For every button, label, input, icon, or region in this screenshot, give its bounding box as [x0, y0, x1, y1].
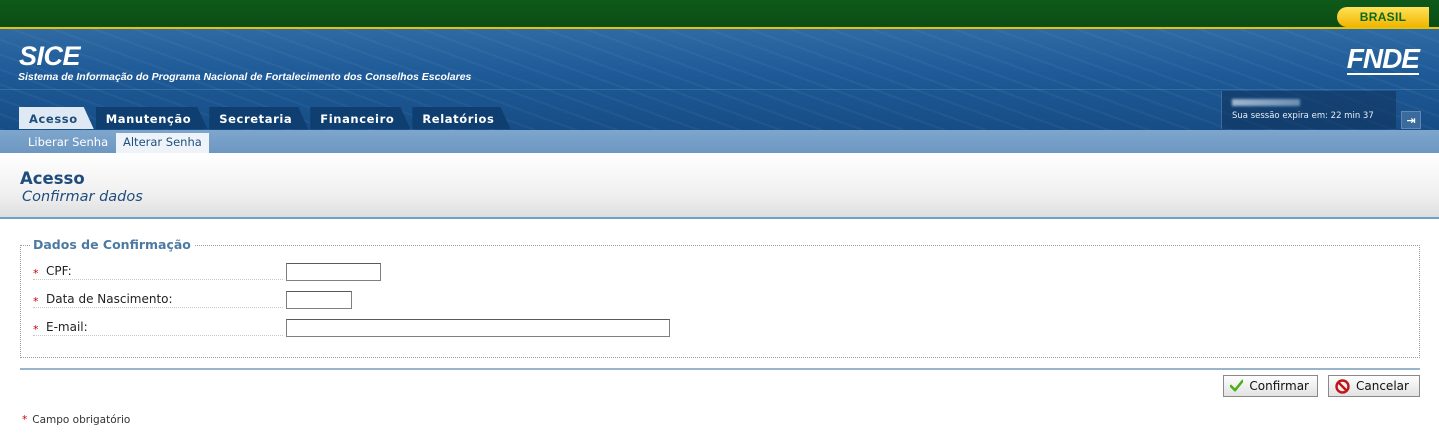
- header-line: [0, 89, 1439, 90]
- field-row-email: * E-mail:: [33, 320, 283, 336]
- checkmark-icon: [1230, 379, 1244, 392]
- sub-navigation: Liberar Senha Alterar Senha: [0, 130, 1439, 153]
- page-heading: Acesso Confirmar dados: [0, 153, 1439, 219]
- brasil-badge[interactable]: BRASIL: [1337, 7, 1429, 27]
- session-info: Sua sessão expira em: 22 min 37: [1221, 91, 1396, 129]
- app-header: SICE Sistema de Informação do Programa N…: [0, 29, 1439, 130]
- required-marker: *: [33, 267, 39, 280]
- required-footnote: * Campo obrigatório: [22, 414, 130, 426]
- government-bar: BRASIL: [0, 0, 1439, 29]
- page-subtitle: Confirmar dados: [22, 189, 143, 205]
- cancel-icon: [1335, 378, 1350, 394]
- required-marker: *: [33, 323, 39, 336]
- fieldset-legend: Dados de Confirmação: [30, 237, 194, 252]
- field-row-birthdate: * Data de Nascimento:: [33, 292, 283, 308]
- app-title: SICE: [19, 41, 81, 71]
- tab-secretaria[interactable]: Secretaria: [209, 107, 308, 129]
- cancel-button[interactable]: Cancelar: [1328, 375, 1420, 397]
- main-tabs: Acesso Manutenção Secretaria Financeiro …: [19, 107, 510, 129]
- field-row-cpf: * CPF:: [33, 264, 283, 280]
- fnde-logo: FNDE: [1346, 43, 1420, 75]
- required-marker: *: [33, 295, 39, 308]
- confirm-button[interactable]: Confirmar: [1223, 375, 1318, 397]
- session-timer: Sua sessão expira em: 22 min 37: [1232, 111, 1374, 121]
- subnav-liberar-senha[interactable]: Liberar Senha: [21, 133, 115, 153]
- tab-manutencao[interactable]: Manutenção: [96, 107, 208, 129]
- birthdate-input[interactable]: [286, 291, 352, 309]
- tab-financeiro[interactable]: Financeiro: [310, 107, 410, 129]
- tab-acesso[interactable]: Acesso: [19, 107, 94, 129]
- birthdate-label: Data de Nascimento:: [46, 292, 173, 306]
- section-divider: [20, 368, 1420, 370]
- logout-icon[interactable]: ⇥: [1401, 111, 1421, 129]
- session-user-obscured: [1232, 99, 1300, 106]
- cpf-label: CPF:: [46, 264, 72, 278]
- required-marker: *: [22, 414, 28, 426]
- cpf-input[interactable]: [286, 263, 381, 281]
- page-title: Acesso: [20, 169, 85, 188]
- email-input[interactable]: [286, 319, 670, 337]
- tab-relatorios[interactable]: Relatórios: [412, 107, 510, 129]
- cancel-button-label: Cancelar: [1356, 379, 1409, 393]
- confirmation-fieldset: Dados de Confirmação * CPF: * Data de Na…: [20, 237, 1420, 358]
- confirm-button-label: Confirmar: [1249, 379, 1309, 393]
- footnote-text: Campo obrigatório: [32, 414, 131, 426]
- email-label: E-mail:: [46, 320, 88, 334]
- app-subtitle: Sistema de Informação do Programa Nacion…: [18, 71, 472, 83]
- subnav-alterar-senha[interactable]: Alterar Senha: [116, 133, 209, 153]
